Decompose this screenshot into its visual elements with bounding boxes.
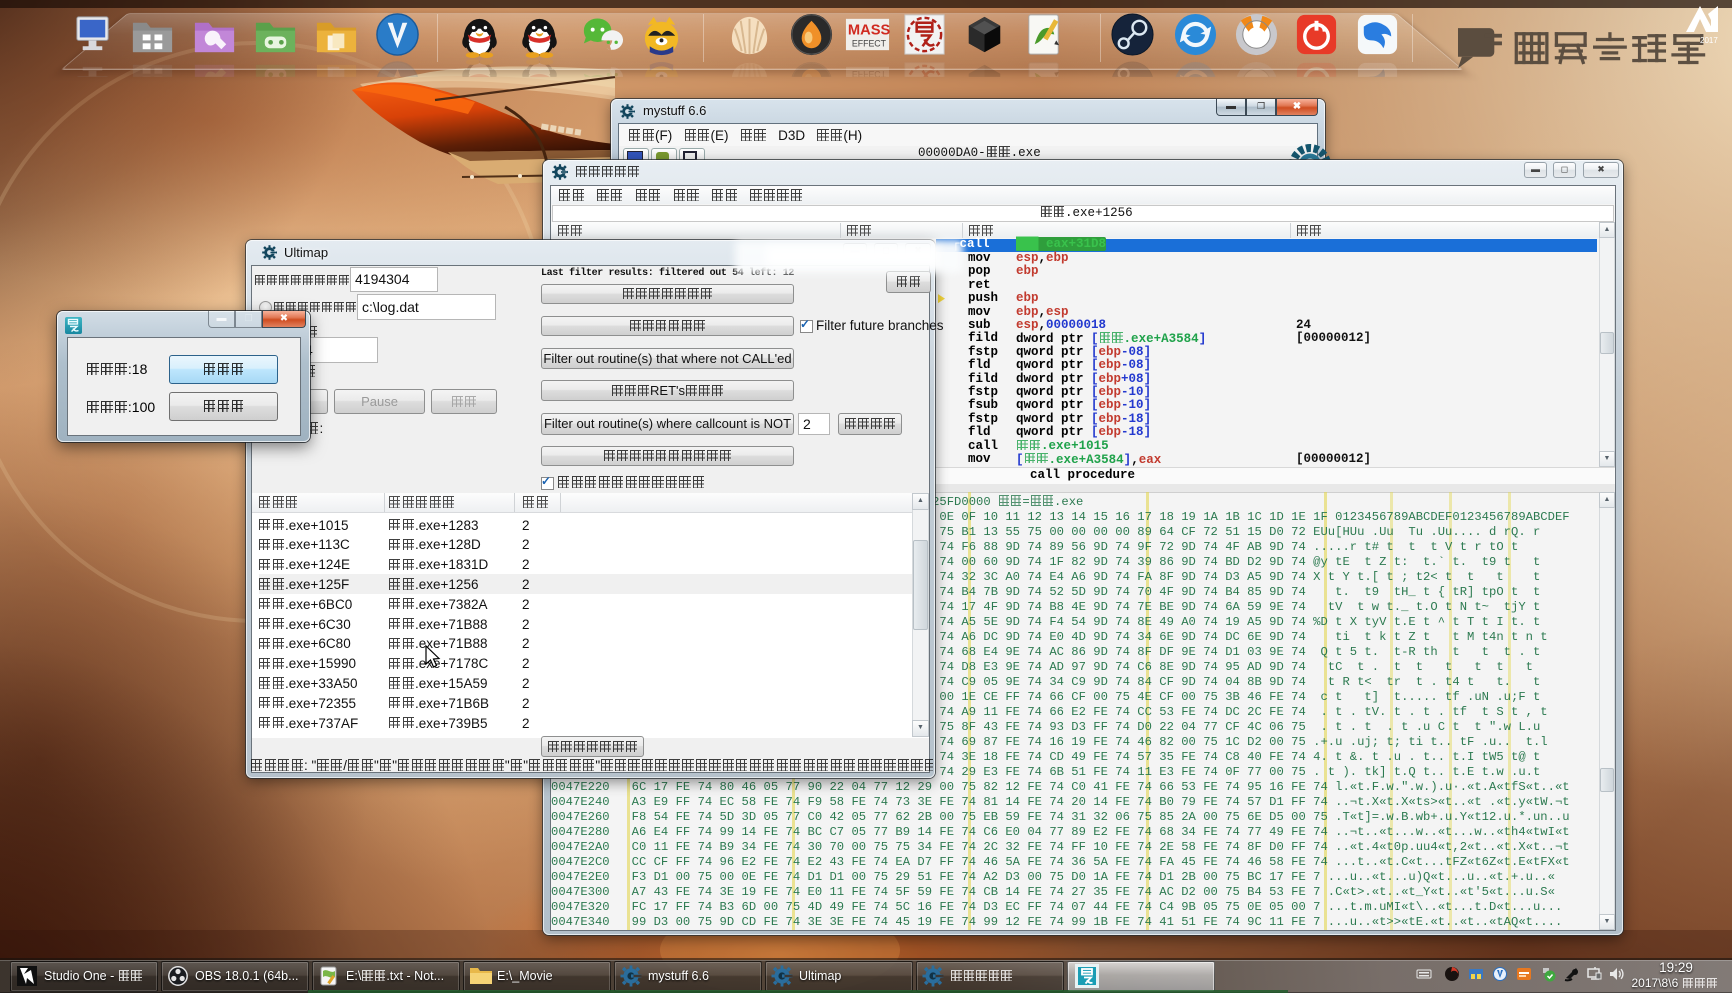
- svg-text:2017: 2017: [1700, 36, 1718, 45]
- svg-text:MASS: MASS: [848, 23, 891, 39]
- svg-text:EFFECT: EFFECT: [852, 38, 887, 48]
